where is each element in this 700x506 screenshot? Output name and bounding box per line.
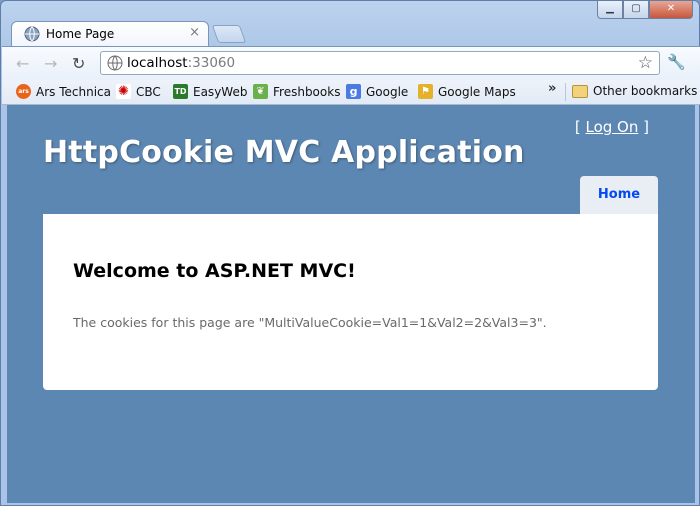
address-bar[interactable]: localhost:33060 ☆ [100, 51, 660, 75]
google-icon: g [346, 84, 361, 99]
ars-technica-icon: ars [16, 84, 31, 99]
more-bookmarks-chevron[interactable]: » [548, 81, 556, 96]
bookmark-label: CBC [136, 84, 161, 99]
bookmark-freshbooks[interactable]: ❦ Freshbooks [253, 84, 340, 99]
tab-strip: Home Page × ▁ ▢ ✕ [1, 1, 700, 47]
bookmark-google-maps[interactable]: ⚑ Google Maps [418, 84, 516, 99]
bookmark-easyweb[interactable]: TD EasyWeb [173, 84, 247, 99]
folder-icon [572, 84, 588, 98]
cookie-message: The cookies for this page are "MultiValu… [73, 315, 547, 330]
bookmark-ars-technica[interactable]: ars Ars Technica [16, 84, 111, 99]
page-heading: Welcome to ASP.NET MVC! [73, 260, 356, 282]
td-icon: TD [173, 84, 188, 99]
new-tab-button[interactable] [211, 25, 247, 43]
star-icon[interactable]: ☆ [638, 53, 653, 73]
bookmark-label: Google [366, 84, 409, 99]
bookmark-label: EasyWeb [193, 84, 248, 99]
bookmark-label: Freshbooks [273, 84, 341, 99]
log-on-link[interactable]: Log On [585, 118, 638, 136]
login-bracket-close: ] [643, 118, 649, 136]
bookmark-google[interactable]: g Google [346, 84, 408, 99]
reload-icon[interactable]: ↻ [72, 54, 85, 73]
browser-toolbar: ← → ↻ localhost:33060 ☆ 🔧 [2, 46, 700, 81]
tab-close-icon[interactable]: × [189, 26, 200, 40]
cbc-icon: ✺ [116, 84, 131, 99]
login-display: [ Log On ] [575, 118, 649, 136]
window-controls: ▁ ▢ ✕ [597, 1, 693, 21]
bookmarks-divider [565, 83, 566, 101]
globe-icon [24, 26, 40, 42]
browser-window: Home Page × ▁ ▢ ✕ ← → ↻ localhost:33060 … [0, 0, 700, 506]
bookmark-label: Ars Technica [36, 84, 111, 99]
back-icon[interactable]: ← [16, 54, 29, 73]
address-host: localhost [127, 55, 188, 71]
bookmark-cbc[interactable]: ✺ CBC [116, 84, 161, 99]
forward-icon[interactable]: → [44, 54, 57, 73]
login-bracket-open: [ [574, 118, 581, 136]
globe-icon [107, 55, 123, 71]
menu-item-home[interactable]: Home [580, 176, 658, 214]
minimize-button[interactable]: ▁ [597, 1, 623, 19]
wrench-icon[interactable]: 🔧 [667, 53, 686, 71]
address-port: :33060 [187, 55, 236, 71]
google-maps-icon: ⚑ [418, 84, 433, 99]
other-bookmarks-label: Other bookmarks [593, 84, 698, 98]
maximize-button[interactable]: ▢ [623, 1, 649, 19]
other-bookmarks[interactable]: Other bookmarks [572, 84, 697, 98]
bookmarks-bar: ars Ars Technica ✺ CBC TD EasyWeb ❦ Fres… [2, 80, 700, 105]
site-title: HttpCookie MVC Application [43, 135, 525, 170]
address-text: localhost:33060 [127, 55, 235, 71]
close-window-button[interactable]: ✕ [649, 1, 693, 19]
freshbooks-icon: ❦ [253, 84, 268, 99]
tab-title: Home Page [46, 27, 115, 41]
bookmark-label: Google Maps [438, 84, 516, 99]
web-page: [ Log On ] HttpCookie MVC Application Ho… [7, 105, 695, 503]
main-content: Welcome to ASP.NET MVC! The cookies for … [43, 214, 658, 390]
tab-home-page[interactable]: Home Page × [11, 21, 209, 47]
